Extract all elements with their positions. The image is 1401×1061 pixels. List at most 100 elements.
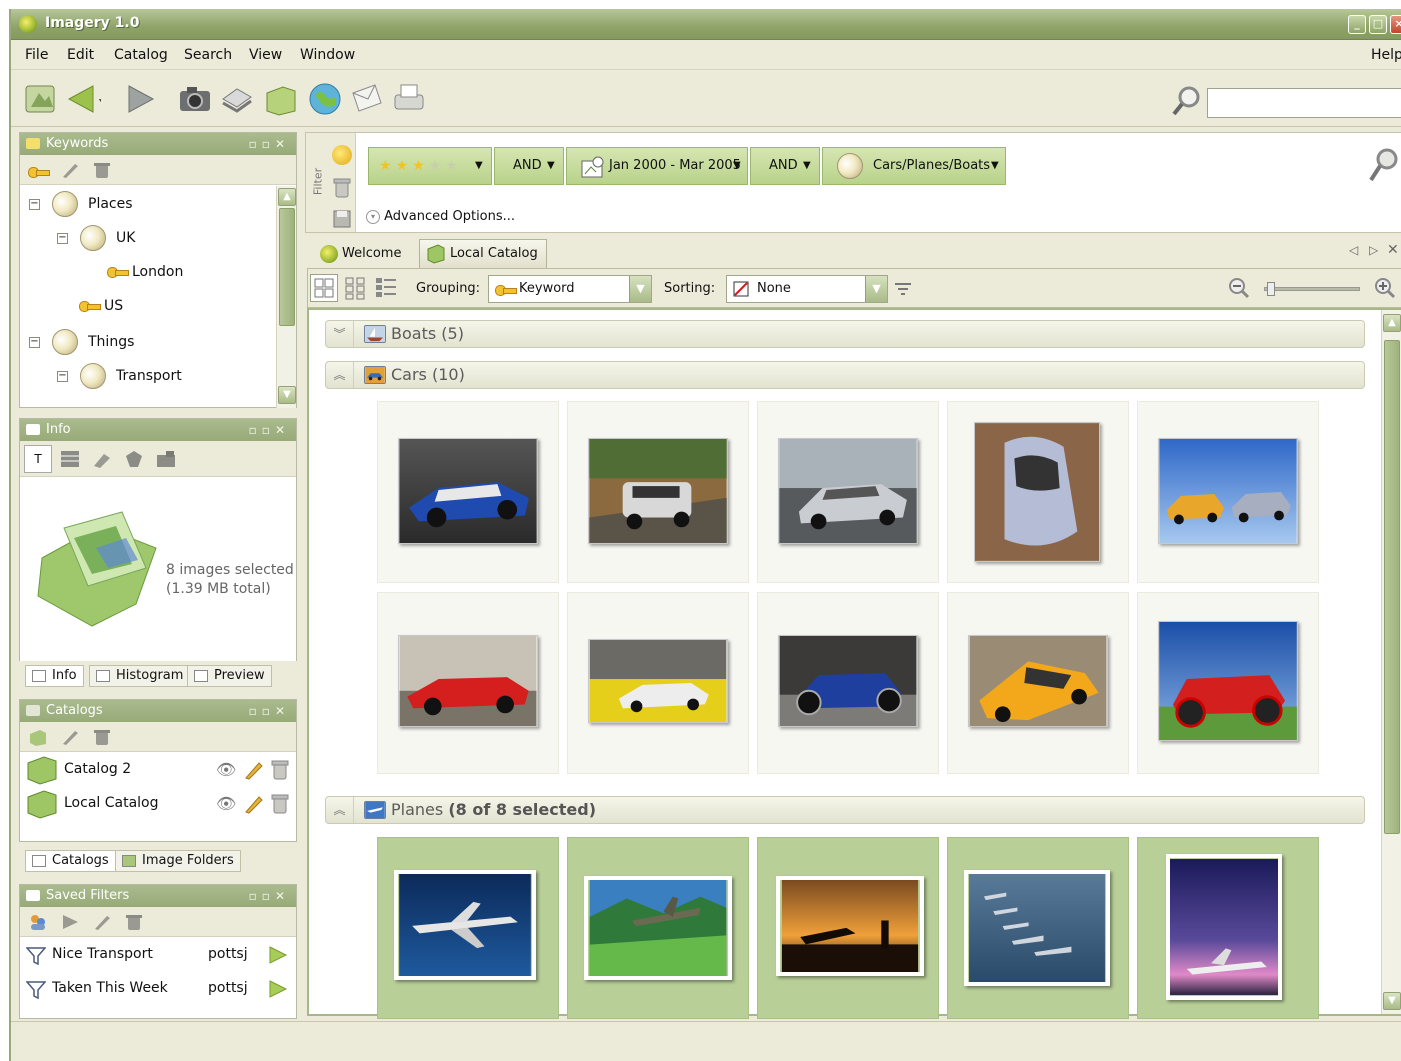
zoom-in-icon[interactable]	[1374, 277, 1396, 299]
catalog-row[interactable]: Catalog 2 👁	[20, 753, 296, 787]
view-image-icon[interactable]	[23, 81, 59, 117]
star-filled-icon[interactable]: ★	[379, 158, 392, 174]
thumbnail-cell-selected[interactable]	[567, 837, 749, 1019]
tree-item-transport[interactable]: Transport	[116, 365, 182, 387]
collapse-icon[interactable]: ︽	[326, 797, 354, 823]
photo-thumbnail[interactable]	[776, 876, 924, 976]
thumbnail-cell[interactable]	[947, 401, 1129, 583]
catalog-row[interactable]: Local Catalog 👁	[20, 787, 296, 821]
tab-prev-icon[interactable]: ◁	[1349, 243, 1358, 257]
photo-thumbnail[interactable]	[588, 438, 728, 544]
play-icon[interactable]	[60, 913, 80, 931]
back-icon[interactable]	[65, 81, 101, 117]
star-filled-icon[interactable]: ★	[396, 158, 409, 174]
camera-icon[interactable]	[177, 81, 213, 117]
tab-info[interactable]: Info	[25, 665, 84, 687]
scroll-thumb[interactable]	[279, 208, 295, 326]
trash-icon[interactable]	[270, 759, 290, 781]
collapse-transport[interactable]: −	[57, 371, 68, 382]
brush-icon[interactable]	[92, 450, 112, 468]
photo-thumbnail[interactable]	[778, 635, 918, 727]
menu-view[interactable]: View	[249, 47, 282, 63]
collapse-uk[interactable]: −	[57, 233, 68, 244]
panel-controls[interactable]: ▫▫✕	[249, 133, 290, 155]
photo-thumbnail[interactable]	[964, 870, 1110, 986]
tab-catalogs[interactable]: Catalogs	[25, 850, 116, 872]
photo-thumbnail[interactable]	[1166, 854, 1282, 1000]
scroll-up-button[interactable]: ▲	[278, 188, 296, 206]
saved-filter-row[interactable]: Nice Transport pottsj	[20, 938, 296, 972]
star-empty-icon[interactable]: ★	[429, 158, 442, 174]
tab-close-icon[interactable]: ✕	[1387, 242, 1399, 258]
menu-help[interactable]: Help	[1371, 47, 1401, 63]
date-filter[interactable]: Jan 2000 - Mar 2005 ▼	[566, 147, 748, 185]
thumbnail-cell-selected[interactable]	[1137, 837, 1319, 1019]
scroll-down-button[interactable]: ▼	[278, 386, 296, 404]
menu-catalog[interactable]: Catalog	[114, 47, 168, 63]
zoom-slider[interactable]	[1264, 282, 1360, 296]
collapse-things[interactable]: −	[29, 337, 40, 348]
tree-item-things[interactable]: Things	[88, 331, 134, 353]
star-filled-icon[interactable]: ★	[412, 158, 425, 174]
tab-image-folders[interactable]: Image Folders	[115, 850, 241, 872]
photo-thumbnail[interactable]	[778, 438, 918, 544]
close-button[interactable]: ×	[1390, 15, 1401, 34]
trash-icon[interactable]	[124, 913, 144, 931]
group-header-boats[interactable]: ︾ Boats (5)	[325, 320, 1365, 348]
small-thumbnails-icon[interactable]	[344, 276, 368, 300]
forward-icon[interactable]	[123, 81, 159, 117]
globe-icon[interactable]	[307, 81, 343, 117]
save-icon[interactable]	[332, 209, 352, 229]
sort-order-icon[interactable]	[892, 279, 914, 299]
scanner-icon[interactable]	[219, 81, 255, 117]
mail-icon[interactable]	[349, 81, 385, 117]
pencil-icon[interactable]	[60, 161, 80, 179]
and-operator-1[interactable]: AND ▼	[494, 147, 564, 185]
thumbnail-cell[interactable]	[1137, 401, 1319, 583]
catalog-icon[interactable]	[263, 81, 299, 117]
folder-icon[interactable]	[156, 450, 176, 468]
photo-thumbnail[interactable]	[398, 635, 538, 727]
thumbnail-cell[interactable]	[567, 592, 749, 774]
scroll-up-button[interactable]: ▲	[1383, 314, 1401, 332]
thumbnail-cell[interactable]	[757, 592, 939, 774]
photo-thumbnail[interactable]	[584, 876, 732, 980]
trash-icon[interactable]	[332, 177, 352, 199]
thumbnail-cell[interactable]	[377, 592, 559, 774]
tab-preview[interactable]: Preview	[187, 665, 272, 687]
grouping-select[interactable]: Keyword ▼	[488, 275, 652, 303]
pencil-icon[interactable]	[244, 794, 264, 814]
text-tag-icon[interactable]: T	[24, 445, 52, 473]
photo-thumbnail[interactable]	[1158, 438, 1298, 544]
zoom-slider-thumb[interactable]	[1267, 282, 1275, 296]
star-empty-icon[interactable]: ★	[445, 158, 458, 174]
panel-controls[interactable]: ▫▫✕	[249, 419, 290, 441]
thumbnail-cell[interactable]	[947, 592, 1129, 774]
tab-welcome[interactable]: Welcome	[311, 239, 410, 268]
photo-thumbnail[interactable]	[588, 639, 728, 723]
trash-icon[interactable]	[92, 728, 112, 746]
pencil-icon[interactable]	[60, 728, 80, 746]
thumbnail-cell-selected[interactable]	[757, 837, 939, 1019]
trash-icon[interactable]	[270, 793, 290, 815]
saved-filter-row[interactable]: Taken This Week pottsj	[20, 972, 296, 1006]
photo-thumbnail[interactable]	[394, 870, 536, 980]
sorting-select[interactable]: None ▼	[726, 275, 888, 303]
menu-window[interactable]: Window	[300, 47, 355, 63]
thumbnail-cell[interactable]	[377, 401, 559, 583]
group-header-planes[interactable]: ︽ Planes (8 of 8 selected)	[325, 796, 1365, 824]
keyword-filter[interactable]: Cars/Planes/Boats ▼	[822, 147, 1006, 185]
zoom-out-icon[interactable]	[1228, 277, 1250, 299]
filter-add-icon[interactable]	[332, 145, 352, 165]
pencil-icon[interactable]	[244, 760, 264, 780]
photo-thumbnail[interactable]	[974, 422, 1100, 562]
menu-file[interactable]: File	[25, 47, 48, 63]
scroll-thumb[interactable]	[1384, 340, 1400, 834]
maximize-button[interactable]: □	[1369, 15, 1387, 34]
filter-search-icon[interactable]	[1368, 147, 1398, 185]
collapse-places[interactable]: −	[29, 199, 40, 210]
tree-item-us[interactable]: US	[104, 295, 123, 317]
panel-controls[interactable]: ▫▫✕	[249, 885, 290, 907]
tree-item-places[interactable]: Places	[88, 193, 133, 215]
play-icon[interactable]	[268, 945, 288, 965]
